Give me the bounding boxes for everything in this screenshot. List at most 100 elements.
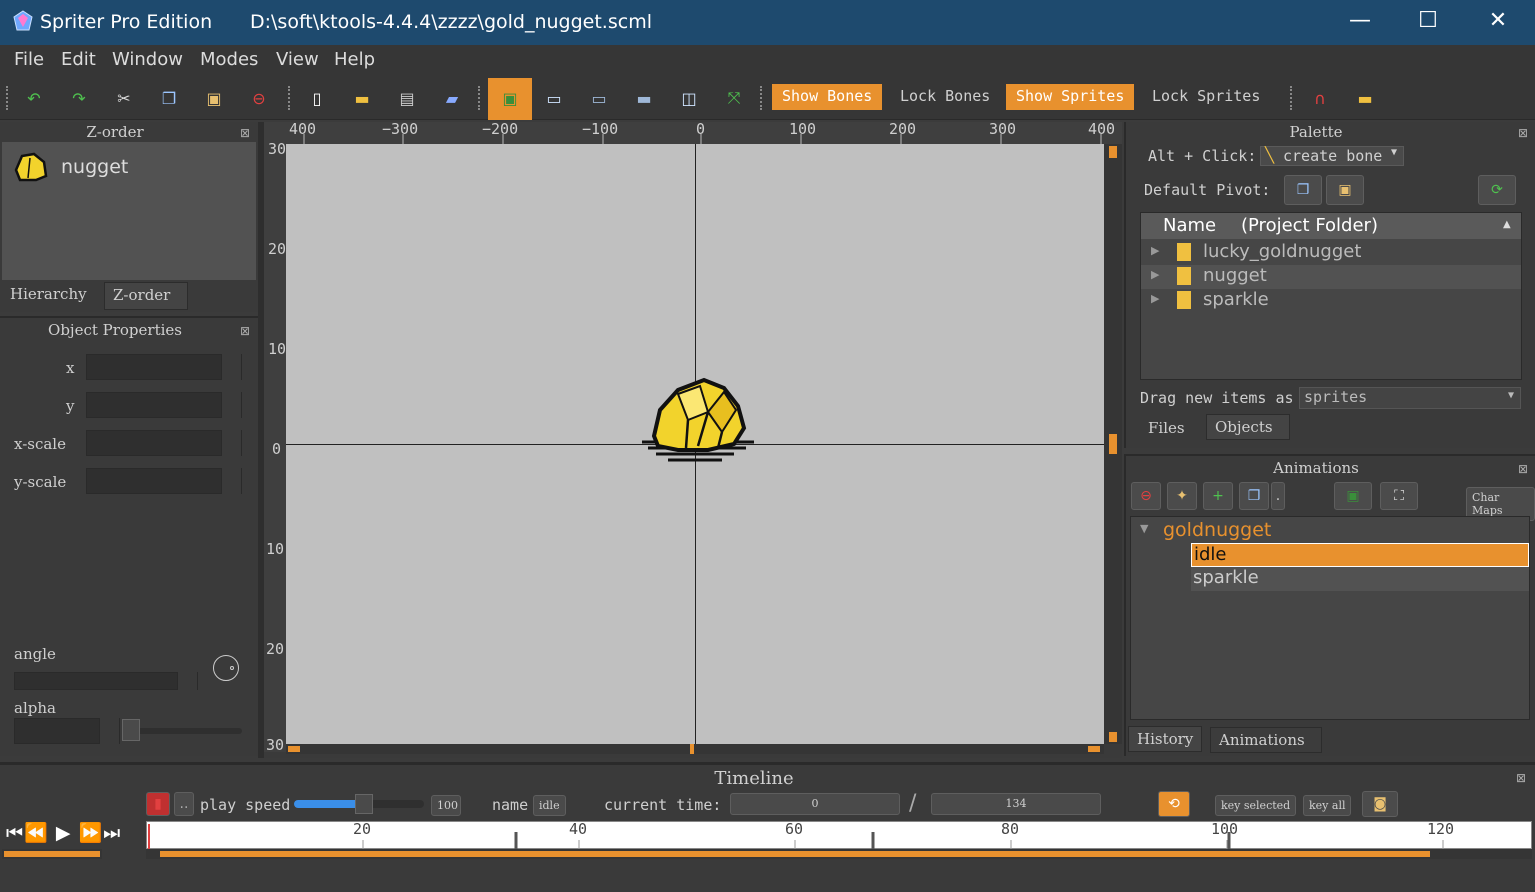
folder-row[interactable]: ▶ nugget	[1141, 265, 1521, 289]
animation-item-sparkle[interactable]: sparkle	[1191, 567, 1529, 591]
collapse-arrow-icon[interactable]: ▼	[1140, 522, 1148, 535]
fullscreen-icon[interactable]: ⛶	[1380, 482, 1418, 510]
maximize-button[interactable]: ☐	[1408, 8, 1448, 33]
sort-icon[interactable]: ▲	[1503, 219, 1511, 230]
previous-frame-icon[interactable]: ⏪	[24, 822, 49, 844]
window-mode-icon[interactable]: ▭	[542, 86, 566, 110]
play-icon[interactable]: ▶	[56, 822, 72, 844]
tab-hierarchy[interactable]: Hierarchy	[2, 282, 95, 306]
alpha-spinner[interactable]	[99, 718, 119, 744]
current-time-field[interactable]: 0	[730, 793, 900, 815]
folder-icon[interactable]: ▬	[1353, 86, 1377, 110]
vertical-scroll-handle[interactable]	[1109, 434, 1117, 454]
dark-window-icon[interactable]: ▭	[587, 86, 611, 110]
angle-dial[interactable]	[213, 655, 239, 681]
timeline-scroll-handle[interactable]	[160, 851, 1430, 857]
first-frame-icon[interactable]: ⏮	[6, 822, 24, 844]
drag-type-dropdown[interactable]: sprites ▼	[1299, 387, 1521, 409]
show-bones-toggle[interactable]: Show Bones	[772, 84, 883, 110]
sound-icon[interactable]: ◙	[1362, 791, 1398, 817]
menu-modes[interactable]: Modes	[200, 49, 258, 70]
animation-length-field[interactable]: 134	[931, 793, 1101, 815]
undo-icon[interactable]: ↶	[22, 86, 46, 110]
close-icon[interactable]: ⊠	[240, 126, 250, 140]
entity-name[interactable]: goldnugget	[1163, 519, 1271, 541]
tab-objects[interactable]: Objects	[1206, 414, 1290, 440]
loop-icon[interactable]: ⟲	[1158, 791, 1190, 817]
expand-arrow-icon[interactable]: ▶	[1151, 268, 1159, 281]
close-icon[interactable]: ⊠	[1516, 771, 1526, 785]
expand-arrow-icon[interactable]: ▶	[1151, 244, 1159, 257]
tab-zorder[interactable]: Z-order	[104, 282, 188, 310]
duplicate-animation-icon[interactable]: ❐	[1239, 482, 1269, 510]
more-icon[interactable]: ..	[174, 792, 194, 816]
alpha-slider-handle[interactable]	[122, 719, 140, 741]
angle-spinner[interactable]	[177, 672, 197, 690]
cut-icon[interactable]: ✂	[112, 86, 136, 110]
redo-icon[interactable]: ↷	[67, 86, 91, 110]
menu-edit[interactable]: Edit	[61, 49, 96, 70]
lock-bones-toggle[interactable]: Lock Bones	[890, 84, 1000, 110]
minimize-button[interactable]: —	[1340, 8, 1380, 33]
lock-sprites-toggle[interactable]: Lock Sprites	[1142, 84, 1270, 110]
play-speed-value[interactable]: 100	[431, 795, 461, 816]
timeline-ruler[interactable]: 20 40 60 80 100 120	[146, 820, 1532, 850]
copy-icon[interactable]: ❐	[157, 86, 181, 110]
x-spinner[interactable]	[221, 354, 241, 380]
alpha-field[interactable]	[14, 718, 120, 744]
next-frame-icon[interactable]: ⏩	[79, 822, 104, 844]
y-field[interactable]	[86, 392, 242, 418]
x-scale-spinner[interactable]	[221, 430, 241, 456]
show-sprites-toggle[interactable]: Show Sprites	[1006, 84, 1135, 110]
expand-arrow-icon[interactable]: ▶	[1151, 292, 1159, 305]
gold-nugget-sprite[interactable]	[638, 376, 758, 468]
delete-icon[interactable]: ⊖	[247, 86, 271, 110]
add-animation-icon[interactable]: +	[1203, 482, 1233, 510]
menu-file[interactable]: File	[14, 49, 44, 70]
delete-animation-icon[interactable]: ⊖	[1131, 482, 1161, 510]
alt-click-dropdown[interactable]: ╲ create bone ▼	[1260, 146, 1404, 166]
paste-pivot-icon[interactable]: ▣	[1326, 175, 1364, 205]
refresh-icon[interactable]: ⟳	[1478, 175, 1516, 205]
close-icon[interactable]: ⊠	[240, 324, 250, 338]
record-icon[interactable]: ▮	[146, 792, 170, 816]
menu-view[interactable]: View	[276, 49, 319, 70]
vertical-scrollbar[interactable]	[1104, 144, 1122, 744]
panel-icon[interactable]: ▬	[632, 86, 656, 110]
timeline-scrollbar[interactable]	[146, 849, 1532, 859]
horizontal-scrollbar[interactable]	[286, 744, 1104, 754]
close-button[interactable]: ✕	[1478, 8, 1518, 33]
tab-animations[interactable]: Animations	[1210, 727, 1322, 753]
new-file-icon[interactable]: ▯	[305, 86, 329, 110]
alpha-slider-track[interactable]	[122, 728, 242, 734]
animation-item-idle[interactable]: idle	[1191, 543, 1529, 567]
folder-row[interactable]: ▶ sparkle	[1141, 289, 1521, 313]
tab-files[interactable]: Files	[1140, 416, 1193, 440]
folder-row[interactable]: ▶ lucky_goldnugget	[1141, 241, 1521, 265]
menu-help[interactable]: Help	[334, 49, 375, 70]
save-as-icon[interactable]: ▰	[440, 86, 464, 110]
animation-name-field[interactable]: idle	[533, 795, 566, 816]
last-frame-icon[interactable]: ⏭	[103, 822, 121, 844]
menu-window[interactable]: Window	[112, 49, 183, 70]
x-field[interactable]	[86, 354, 242, 380]
fit-view-icon[interactable]: ⤧	[722, 86, 746, 110]
image-mode-icon[interactable]: ▣	[498, 86, 522, 110]
y-scale-spinner[interactable]	[221, 468, 241, 494]
key-selected-button[interactable]: key selected	[1215, 795, 1297, 816]
x-scale-field[interactable]	[86, 430, 242, 456]
paste-icon[interactable]: ▣	[202, 86, 226, 110]
angle-slider[interactable]	[14, 672, 198, 690]
more-options-icon[interactable]: .	[1271, 482, 1285, 510]
y-scale-field[interactable]	[86, 468, 242, 494]
copy-pivot-icon[interactable]: ❐	[1284, 175, 1322, 205]
preview-icon[interactable]: ◫	[677, 86, 701, 110]
image-icon[interactable]: ▣	[1334, 482, 1372, 510]
horizontal-scroll-handle[interactable]	[690, 744, 694, 754]
tab-history[interactable]: History	[1128, 726, 1203, 752]
timeline-zoom-bar[interactable]	[2, 849, 102, 859]
y-spinner[interactable]	[221, 392, 241, 418]
magnet-icon[interactable]: ∩	[1308, 86, 1332, 110]
close-icon[interactable]: ⊠	[1518, 126, 1528, 140]
key-all-button[interactable]: key all	[1303, 795, 1352, 816]
